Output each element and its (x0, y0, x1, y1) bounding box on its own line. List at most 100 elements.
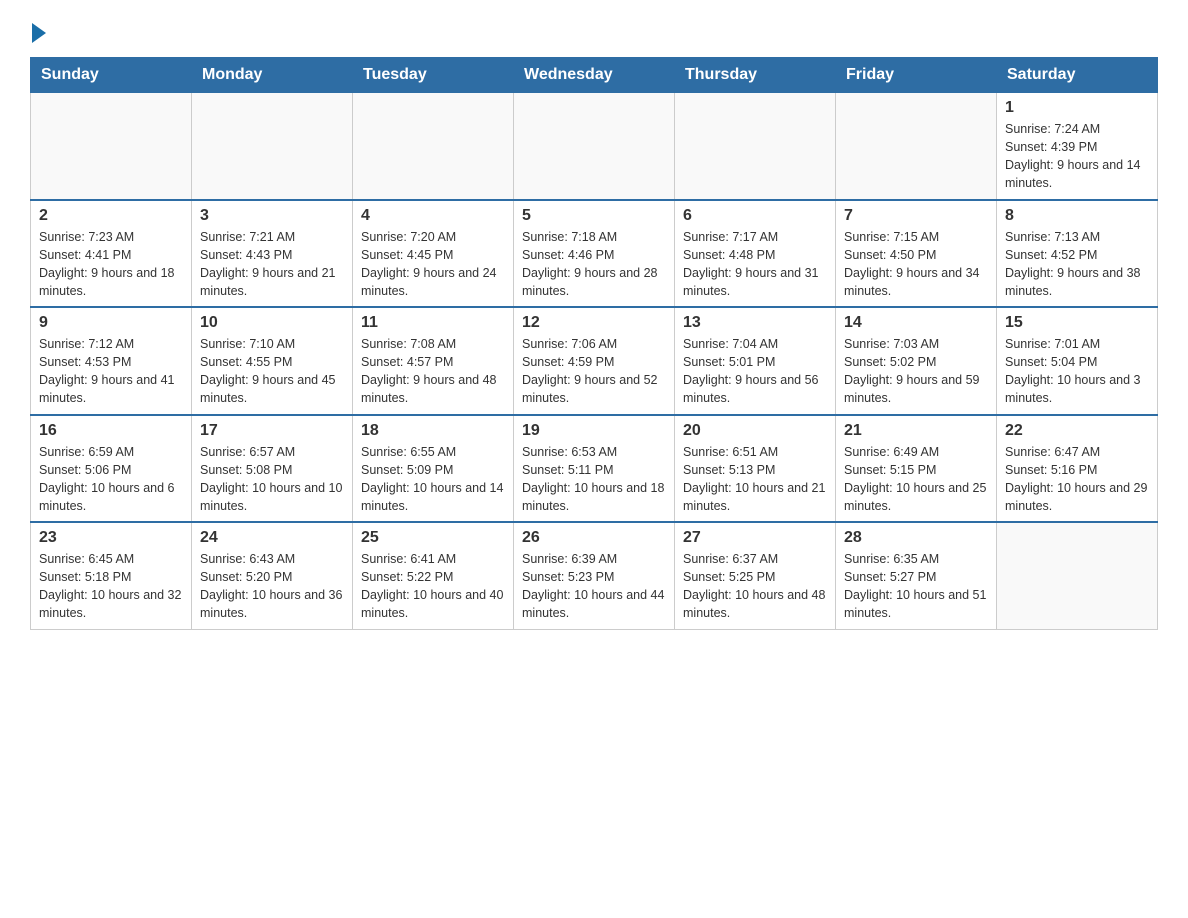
day-info: Sunrise: 7:21 AM Sunset: 4:43 PM Dayligh… (200, 228, 344, 301)
calendar-cell (353, 93, 514, 200)
day-info: Sunrise: 6:59 AM Sunset: 5:06 PM Dayligh… (39, 443, 183, 516)
day-info: Sunrise: 7:08 AM Sunset: 4:57 PM Dayligh… (361, 335, 505, 408)
day-info: Sunrise: 7:15 AM Sunset: 4:50 PM Dayligh… (844, 228, 988, 301)
calendar-cell: 16 Sunrise: 6:59 AM Sunset: 5:06 PM Dayli… (31, 415, 192, 523)
calendar-cell (997, 522, 1158, 629)
day-number: 4 (361, 207, 505, 225)
day-info: Sunrise: 6:35 AM Sunset: 5:27 PM Dayligh… (844, 550, 988, 623)
calendar-table: SundayMondayTuesdayWednesdayThursdayFrid… (30, 57, 1158, 630)
calendar-week-row: 2 Sunrise: 7:23 AM Sunset: 4:41 PM Daylig… (31, 200, 1158, 308)
calendar-cell: 8Sunrise: 7:13 AM Sunset: 4:52 PM Daylig… (997, 200, 1158, 308)
calendar-cell (192, 93, 353, 200)
calendar-cell: 11 Sunrise: 7:08 AM Sunset: 4:57 PM Dayli… (353, 307, 514, 415)
day-number: 1 (1005, 99, 1149, 117)
calendar-cell: 20Sunrise: 6:51 AM Sunset: 5:13 PM Dayli… (675, 415, 836, 523)
day-info: Sunrise: 7:06 AM Sunset: 4:59 PM Dayligh… (522, 335, 666, 408)
calendar-cell: 26 Sunrise: 6:39 AM Sunset: 5:23 PM Dayli… (514, 522, 675, 629)
day-info: Sunrise: 6:43 AM Sunset: 5:20 PM Dayligh… (200, 550, 344, 623)
day-info: Sunrise: 6:37 AM Sunset: 5:25 PM Dayligh… (683, 550, 827, 623)
day-number: 16 (39, 422, 183, 440)
calendar-cell: 18 Sunrise: 6:55 AM Sunset: 5:09 PM Dayli… (353, 415, 514, 523)
weekday-header-wednesday: Wednesday (514, 58, 675, 93)
logo-arrow-icon (32, 23, 46, 43)
calendar-cell: 21 Sunrise: 6:49 AM Sunset: 5:15 PM Dayli… (836, 415, 997, 523)
calendar-cell: 22 Sunrise: 6:47 AM Sunset: 5:16 PM Dayli… (997, 415, 1158, 523)
calendar-cell: 25Sunrise: 6:41 AM Sunset: 5:22 PM Dayli… (353, 522, 514, 629)
calendar-cell: 13 Sunrise: 7:04 AM Sunset: 5:01 PM Dayli… (675, 307, 836, 415)
day-info: Sunrise: 6:47 AM Sunset: 5:16 PM Dayligh… (1005, 443, 1149, 516)
day-info: Sunrise: 7:23 AM Sunset: 4:41 PM Dayligh… (39, 228, 183, 301)
day-info: Sunrise: 7:17 AM Sunset: 4:48 PM Dayligh… (683, 228, 827, 301)
day-info: Sunrise: 6:49 AM Sunset: 5:15 PM Dayligh… (844, 443, 988, 516)
calendar-cell: 7 Sunrise: 7:15 AM Sunset: 4:50 PM Daylig… (836, 200, 997, 308)
day-info: Sunrise: 6:57 AM Sunset: 5:08 PM Dayligh… (200, 443, 344, 516)
calendar-cell: 19 Sunrise: 6:53 AM Sunset: 5:11 PM Dayli… (514, 415, 675, 523)
weekday-header-sunday: Sunday (31, 58, 192, 93)
calendar-cell: 3 Sunrise: 7:21 AM Sunset: 4:43 PM Daylig… (192, 200, 353, 308)
calendar-cell: 5 Sunrise: 7:18 AM Sunset: 4:46 PM Daylig… (514, 200, 675, 308)
day-number: 17 (200, 422, 344, 440)
day-number: 19 (522, 422, 666, 440)
day-number: 13 (683, 314, 827, 332)
calendar-cell: 27 Sunrise: 6:37 AM Sunset: 5:25 PM Dayli… (675, 522, 836, 629)
day-info: Sunrise: 7:13 AM Sunset: 4:52 PM Dayligh… (1005, 228, 1149, 301)
weekday-header-saturday: Saturday (997, 58, 1158, 93)
day-info: Sunrise: 7:18 AM Sunset: 4:46 PM Dayligh… (522, 228, 666, 301)
day-number: 28 (844, 529, 988, 547)
day-number: 27 (683, 529, 827, 547)
day-info: Sunrise: 6:55 AM Sunset: 5:09 PM Dayligh… (361, 443, 505, 516)
day-info: Sunrise: 7:03 AM Sunset: 5:02 PM Dayligh… (844, 335, 988, 408)
day-number: 11 (361, 314, 505, 332)
day-number: 10 (200, 314, 344, 332)
day-number: 7 (844, 207, 988, 225)
day-info: Sunrise: 6:39 AM Sunset: 5:23 PM Dayligh… (522, 550, 666, 623)
calendar-cell: 28 Sunrise: 6:35 AM Sunset: 5:27 PM Dayli… (836, 522, 997, 629)
calendar-cell: 4 Sunrise: 7:20 AM Sunset: 4:45 PM Daylig… (353, 200, 514, 308)
day-number: 5 (522, 207, 666, 225)
day-info: Sunrise: 7:24 AM Sunset: 4:39 PM Dayligh… (1005, 120, 1149, 193)
weekday-header-friday: Friday (836, 58, 997, 93)
weekday-header-monday: Monday (192, 58, 353, 93)
calendar-cell: 12 Sunrise: 7:06 AM Sunset: 4:59 PM Dayli… (514, 307, 675, 415)
calendar-week-row: 9 Sunrise: 7:12 AM Sunset: 4:53 PM Daylig… (31, 307, 1158, 415)
calendar-week-row: 16 Sunrise: 6:59 AM Sunset: 5:06 PM Dayli… (31, 415, 1158, 523)
calendar-cell (31, 93, 192, 200)
day-number: 25 (361, 529, 505, 547)
day-number: 20 (683, 422, 827, 440)
calendar-cell: 17 Sunrise: 6:57 AM Sunset: 5:08 PM Dayli… (192, 415, 353, 523)
day-info: Sunrise: 7:12 AM Sunset: 4:53 PM Dayligh… (39, 335, 183, 408)
day-info: Sunrise: 7:20 AM Sunset: 4:45 PM Dayligh… (361, 228, 505, 301)
day-info: Sunrise: 7:04 AM Sunset: 5:01 PM Dayligh… (683, 335, 827, 408)
day-number: 14 (844, 314, 988, 332)
calendar-week-row: 23 Sunrise: 6:45 AM Sunset: 5:18 PM Dayli… (31, 522, 1158, 629)
calendar-cell: 14 Sunrise: 7:03 AM Sunset: 5:02 PM Dayli… (836, 307, 997, 415)
calendar-cell (836, 93, 997, 200)
calendar-cell: 2 Sunrise: 7:23 AM Sunset: 4:41 PM Daylig… (31, 200, 192, 308)
day-number: 24 (200, 529, 344, 547)
day-info: Sunrise: 7:01 AM Sunset: 5:04 PM Dayligh… (1005, 335, 1149, 408)
calendar-cell (675, 93, 836, 200)
day-number: 3 (200, 207, 344, 225)
weekday-header-tuesday: Tuesday (353, 58, 514, 93)
day-info: Sunrise: 7:10 AM Sunset: 4:55 PM Dayligh… (200, 335, 344, 408)
day-number: 26 (522, 529, 666, 547)
logo (30, 20, 46, 41)
calendar-cell: 15 Sunrise: 7:01 AM Sunset: 5:04 PM Dayli… (997, 307, 1158, 415)
day-number: 18 (361, 422, 505, 440)
day-number: 15 (1005, 314, 1149, 332)
day-number: 6 (683, 207, 827, 225)
calendar-cell: 23 Sunrise: 6:45 AM Sunset: 5:18 PM Dayli… (31, 522, 192, 629)
page-header (30, 20, 1158, 41)
day-number: 12 (522, 314, 666, 332)
weekday-header-thursday: Thursday (675, 58, 836, 93)
calendar-cell (514, 93, 675, 200)
day-number: 22 (1005, 422, 1149, 440)
day-number: 2 (39, 207, 183, 225)
day-number: 9 (39, 314, 183, 332)
day-info: Sunrise: 6:53 AM Sunset: 5:11 PM Dayligh… (522, 443, 666, 516)
day-number: 23 (39, 529, 183, 547)
day-number: 21 (844, 422, 988, 440)
weekday-header-row: SundayMondayTuesdayWednesdayThursdayFrid… (31, 58, 1158, 93)
calendar-cell: 1 Sunrise: 7:24 AM Sunset: 4:39 PM Daylig… (997, 93, 1158, 200)
day-info: Sunrise: 6:45 AM Sunset: 5:18 PM Dayligh… (39, 550, 183, 623)
